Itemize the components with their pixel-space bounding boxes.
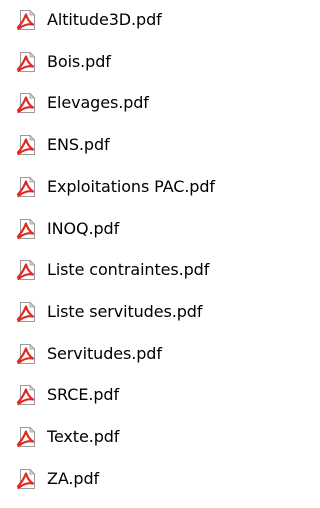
file-item[interactable]: SRCE.pdf: [16, 381, 278, 409]
file-name: ENS.pdf: [47, 135, 110, 155]
file-item[interactable]: ZA.pdf: [16, 465, 278, 493]
file-item[interactable]: Liste servitudes.pdf: [16, 298, 278, 326]
file-item[interactable]: Texte.pdf: [16, 423, 278, 451]
file-name: Liste contraintes.pdf: [47, 260, 210, 280]
page-fold: [29, 134, 36, 141]
page-fold: [29, 343, 36, 349]
pdf-file-icon: [16, 384, 36, 406]
file-name: Elevages.pdf: [47, 93, 149, 113]
file-item[interactable]: Exploitations PAC.pdf: [16, 173, 278, 201]
page-fold: [29, 9, 36, 16]
page-fold: [29, 426, 36, 433]
file-item[interactable]: Elevages.pdf: [16, 89, 278, 117]
pdf-file-icon: [16, 51, 36, 72]
file-name: Texte.pdf: [47, 427, 120, 446]
file-name: Altitude3D.pdf: [47, 10, 162, 29]
pdf-file-icon: [16, 301, 36, 322]
file-name: ZA.pdf: [47, 468, 100, 488]
file-item[interactable]: Bois.pdf: [16, 48, 278, 76]
file-name: Bois.pdf: [47, 51, 111, 71]
file-item[interactable]: Liste contraintes.pdf: [16, 256, 278, 284]
page-fold: [29, 92, 36, 99]
file-name: INOQ.pdf: [47, 218, 120, 238]
pdf-file-icon: [16, 134, 36, 156]
pdf-file-icon: [16, 426, 36, 448]
pdf-file-icon: [16, 9, 36, 31]
page-fold: [29, 176, 36, 183]
file-name: Exploitations PAC.pdf: [47, 176, 215, 196]
file-name: SRCE.pdf: [47, 385, 119, 405]
page-fold: [29, 51, 36, 58]
pdf-file-icon: [16, 259, 36, 281]
file-item[interactable]: Altitude3D.pdf: [16, 6, 278, 34]
pdf-file-icon: [16, 468, 36, 489]
page-fold: [29, 301, 36, 308]
file-item[interactable]: ENS.pdf: [16, 131, 278, 159]
page-fold: [29, 468, 36, 475]
pdf-file-icon: [16, 92, 36, 114]
pdf-file-icon: [16, 218, 36, 239]
file-name: Servitudes.pdf: [47, 343, 162, 363]
page-fold: [29, 384, 36, 391]
page-fold: [29, 218, 36, 224]
pdf-file-icon: [16, 176, 36, 197]
file-name: Liste servitudes.pdf: [47, 301, 203, 321]
file-item[interactable]: INOQ.pdf: [16, 215, 278, 243]
file-item[interactable]: Servitudes.pdf: [16, 340, 278, 368]
pdf-file-icon: [16, 343, 36, 364]
file-list: Altitude3D.pdf Bois.pdf Elevages.pdf ENS.pd…: [0, 0, 284, 508]
page-fold: [29, 259, 36, 266]
